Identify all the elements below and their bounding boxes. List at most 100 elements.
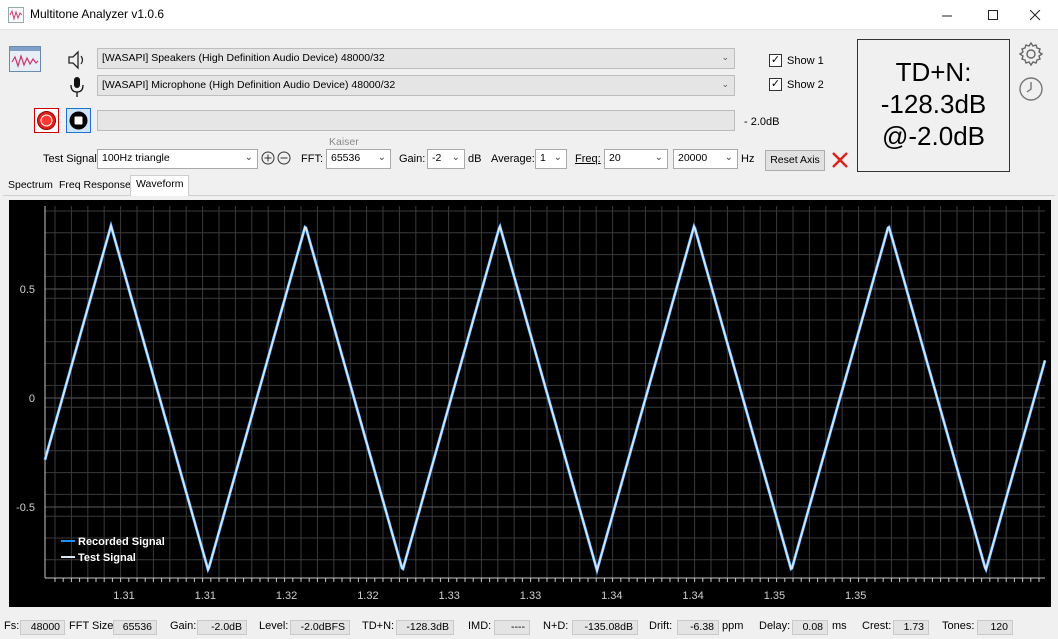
status-nd-value: -135.08dB — [572, 620, 638, 635]
fft-label: FFT: — [301, 153, 323, 165]
status-level-label: Level: — [259, 620, 289, 632]
status-nd-label: N+D: — [543, 620, 569, 632]
freq-max-value: 20000 — [678, 152, 708, 164]
status-imd-value: ---- — [494, 620, 530, 635]
y-tick-label: -0.5 — [16, 502, 35, 514]
x-tick-label: 1.33 — [520, 590, 541, 602]
x-tick-label: 1.32 — [276, 590, 297, 602]
status-tones-label: Tones: — [942, 620, 975, 632]
status-fs-value: 48000 — [20, 620, 65, 635]
reset-axis-button[interactable]: Reset Axis — [765, 150, 825, 171]
waveform-app-icon[interactable] — [9, 46, 41, 72]
history-button[interactable] — [1018, 76, 1044, 105]
record-button[interactable] — [34, 108, 59, 133]
x-tick-label: 1.35 — [845, 590, 866, 602]
close-icon — [1029, 9, 1040, 20]
chevron-down-icon: ⌄ — [721, 52, 729, 62]
x-tick-label: 1.34 — [601, 590, 622, 602]
output-device-value: [WASAPI] Speakers (High Definition Audio… — [102, 52, 385, 64]
gain-label: Gain: — [399, 153, 426, 165]
test-signal-value: 100Hz triangle — [102, 152, 170, 164]
status-imd-label: IMD: — [468, 620, 492, 632]
chevron-down-icon: ⌄ — [654, 152, 663, 163]
status-tones-value: 120 — [977, 620, 1013, 635]
gain-unit: dB — [468, 153, 482, 165]
close-button[interactable] — [1012, 0, 1058, 30]
freq-max-select[interactable]: 20000 ⌄ — [673, 149, 738, 169]
status-gain-value: -2.0dB — [197, 620, 247, 635]
freq-min-select[interactable]: 20 ⌄ — [604, 149, 668, 169]
chevron-down-icon: ⌄ — [377, 152, 386, 163]
legend-label-recorded: Recorded Signal — [78, 536, 165, 548]
fft-select[interactable]: 65536 ⌄ — [326, 149, 391, 169]
minimize-icon — [941, 15, 952, 16]
minimize-button[interactable] — [924, 0, 970, 30]
status-drift-unit: ppm — [722, 620, 744, 632]
level-meter — [97, 110, 735, 131]
x-tick-label: 1.34 — [682, 590, 703, 602]
gain-select[interactable]: -2 ⌄ — [427, 149, 465, 169]
status-fs-label: Fs: — [4, 620, 20, 632]
output-device-select[interactable]: [WASAPI] Speakers (High Definition Audio… — [97, 48, 735, 69]
waveform-chart: 0.5 0 -0.5 1.31 1.31 1.32 1.32 1.33 1.33 1.34 1.34… — [16, 206, 1047, 602]
status-level-value: -2.0dBFS — [290, 620, 350, 635]
microphone-icon — [69, 76, 85, 101]
level-readout: - 2.0dB — [744, 116, 780, 128]
gain-value: -2 — [432, 152, 442, 164]
minus-circle-icon — [277, 151, 291, 165]
x-tick-label: 1.35 — [764, 590, 785, 602]
maximize-button[interactable] — [970, 0, 1016, 30]
tdn-value: -128.3dB — [880, 89, 987, 119]
status-drift-value: -6.38 — [677, 620, 719, 635]
record-icon — [37, 111, 56, 130]
y-tick-label: 0 — [29, 393, 35, 405]
tab-waveform[interactable]: Waveform — [130, 175, 190, 196]
gear-icon — [1018, 41, 1044, 67]
status-tdn-label: TD+N: — [362, 620, 395, 632]
chevron-down-icon: ⌄ — [451, 152, 460, 163]
status-crest-label: Crest: — [862, 620, 892, 632]
speaker-icon — [66, 49, 88, 74]
status-fft-size-value: 65536 — [113, 620, 157, 635]
freq-unit: Hz — [741, 153, 755, 165]
freq-label[interactable]: Freq: — [575, 153, 601, 165]
settings-button[interactable] — [1017, 40, 1045, 71]
waveform-plot[interactable]: 0.5 0 -0.5 1.31 1.31 1.32 1.32 1.33 1.33 1.34 1.34… — [9, 200, 1051, 607]
window-function-label: Kaiser — [329, 136, 359, 148]
tab-spectrum[interactable]: Spectrum — [3, 177, 58, 195]
tab-freq-response[interactable]: Freq Response — [54, 177, 136, 195]
stop-icon — [69, 111, 88, 130]
x-tick-label: 1.33 — [438, 590, 459, 602]
test-signal-select[interactable]: 100Hz triangle ⌄ — [97, 149, 258, 169]
window-title: Multitone Analyzer v1.0.6 — [30, 7, 165, 21]
stop-button[interactable] — [66, 108, 91, 133]
status-tdn-value: -128.3dB — [396, 620, 454, 635]
status-fft-size-label: FFT Size: — [69, 620, 117, 632]
chevron-down-icon: ⌄ — [244, 152, 253, 163]
freq-min-value: 20 — [609, 152, 621, 164]
status-delay-value: 0.08 — [792, 620, 828, 635]
tdn-title: TD+N: — [895, 57, 972, 87]
clock-icon — [1019, 77, 1043, 101]
status-gain-label: Gain: — [170, 620, 197, 632]
average-select[interactable]: 1 ⌄ — [535, 149, 567, 169]
y-tick-label: 0.5 — [20, 284, 35, 296]
red-x-icon — [832, 152, 848, 168]
add-signal-button[interactable] — [261, 151, 275, 168]
x-tick-label: 1.32 — [357, 590, 378, 602]
fft-value: 65536 — [331, 152, 361, 164]
remove-signal-button[interactable] — [277, 151, 291, 168]
show2-label: Show 2 — [787, 79, 824, 91]
maximize-icon — [987, 9, 998, 20]
title-bar: Multitone Analyzer v1.0.6 — [0, 0, 1058, 30]
average-label: Average: — [491, 153, 535, 165]
chevron-down-icon: ⌄ — [724, 152, 733, 163]
status-crest-value: 1.73 — [893, 620, 929, 635]
show1-checkbox[interactable]: ✓ — [769, 54, 782, 67]
test-signal-label: Test Signal: — [43, 153, 100, 165]
clear-button[interactable] — [831, 151, 849, 172]
show2-checkbox[interactable]: ✓ — [769, 78, 782, 91]
input-device-select[interactable]: [WASAPI] Microphone (High Definition Aud… — [97, 75, 735, 96]
average-value: 1 — [540, 152, 546, 164]
x-tick-label: 1.31 — [195, 590, 216, 602]
